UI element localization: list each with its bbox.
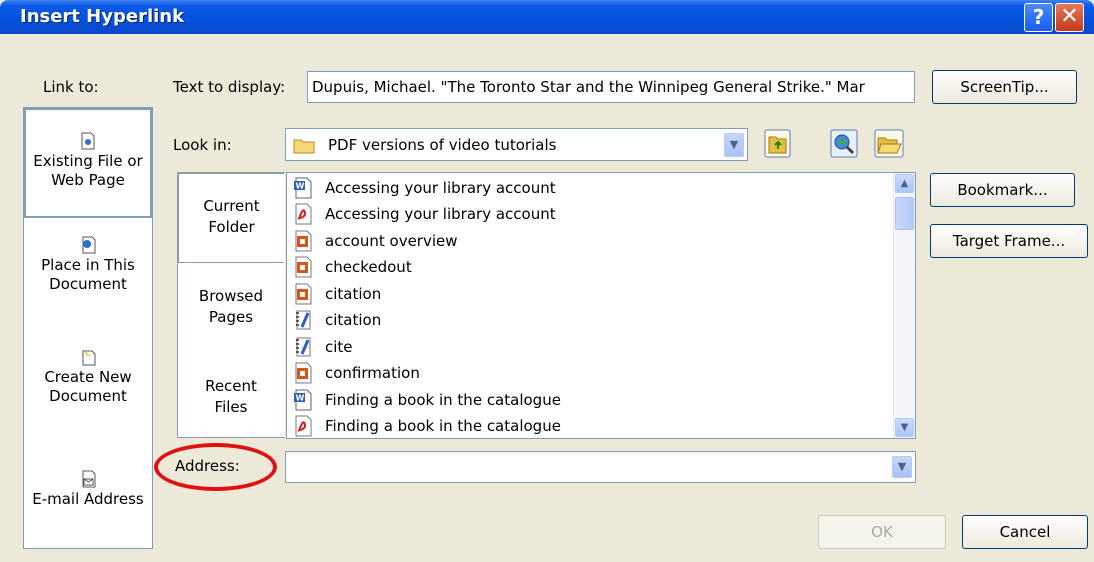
look-in-value: PDF versions of video tutorials <box>328 136 557 154</box>
pdf-document-icon <box>295 415 312 437</box>
bookmark-button[interactable]: Bookmark... <box>930 173 1075 207</box>
file-list-item[interactable]: confirmation <box>293 360 420 387</box>
file-name: cite <box>325 337 353 356</box>
help-button[interactable]: ? <box>1024 3 1053 32</box>
link-email-label: E-mail Address <box>32 490 144 508</box>
address-dropdown-icon[interactable]: ▼ <box>892 456 912 478</box>
file-name: Finding a book in the catalogue <box>325 390 561 409</box>
tab-current-folder-label-2: Folder <box>208 218 255 236</box>
file-name: Accessing your library account <box>325 205 556 223</box>
place-in-document-icon <box>82 236 96 254</box>
close-button[interactable]: ✕ <box>1055 3 1084 32</box>
file-name: account overview <box>325 231 458 250</box>
tab-recent-files-label-1: Recent <box>205 377 257 395</box>
file-name: confirmation <box>325 364 420 382</box>
tab-current-folder[interactable]: Current Folder <box>178 173 284 263</box>
file-list-item[interactable]: citation <box>293 307 381 334</box>
powerpoint-document-icon <box>295 256 312 278</box>
link-to-label: Link to: <box>43 78 99 96</box>
file-list-item[interactable]: account overview <box>293 227 458 254</box>
pdf-document-icon <box>295 203 312 225</box>
file-list-item[interactable]: W Accessing your library account <box>293 174 556 201</box>
file-name: Finding a book in the catalogue <box>325 417 561 435</box>
target-frame-button[interactable]: Target Frame... <box>930 224 1088 258</box>
powerpoint-document-icon <box>295 230 312 251</box>
scroll-thumb[interactable] <box>895 197 914 230</box>
link-create-new-label-1: Create New <box>44 368 132 386</box>
file-list-item[interactable]: citation <box>293 280 381 307</box>
up-one-folder-button[interactable] <box>764 129 791 158</box>
link-place-label-2: Document <box>49 275 127 293</box>
title-bar[interactable]: Insert Hyperlink ? ✕ <box>0 0 1094 34</box>
look-in-combo[interactable]: PDF versions of video tutorials ▼ <box>285 128 748 161</box>
dialog-title: Insert Hyperlink <box>20 6 185 27</box>
browse-file-button[interactable] <box>874 129 904 158</box>
tab-recent-files[interactable]: Recent Files <box>178 376 284 436</box>
look-in-dropdown-icon[interactable]: ▼ <box>724 133 744 157</box>
text-to-display-field[interactable]: Dupuis, Michael. "The Toronto Star and t… <box>307 71 915 103</box>
link-to-panel: Existing File or Web Page Place in This … <box>23 107 153 549</box>
tab-recent-files-label-2: Files <box>214 398 248 416</box>
screentip-button[interactable]: ScreenTip... <box>932 70 1077 104</box>
powerpoint-document-icon <box>295 283 312 304</box>
existing-file-icon <box>81 132 95 150</box>
link-existing-file-label-2: Web Page <box>51 171 125 189</box>
link-email-address[interactable]: E-mail Address <box>24 470 152 530</box>
file-list-scrollbar[interactable]: ▲ ▼ <box>893 173 915 438</box>
folder-icon <box>293 139 315 154</box>
word-document-icon: W <box>294 177 312 198</box>
svg-text:W: W <box>296 393 305 402</box>
svg-text:W: W <box>296 181 305 190</box>
file-name: checkedout <box>325 258 412 276</box>
up-folder-icon <box>764 129 791 158</box>
tab-browsed-pages-label-2: Pages <box>208 308 254 326</box>
browse-web-button[interactable] <box>830 129 858 158</box>
address-highlight-circle <box>154 443 277 491</box>
word-document-icon: W <box>294 389 312 410</box>
notebook-document-icon <box>296 337 311 356</box>
scroll-up-icon[interactable]: ▲ <box>895 174 914 193</box>
file-list[interactable]: W Accessing your library account Accessing… <box>286 172 916 439</box>
link-place-label-1: Place in This <box>41 256 135 274</box>
notebook-document-icon <box>296 310 311 330</box>
open-folder-icon <box>874 129 904 158</box>
file-list-item[interactable]: checkedout <box>293 254 412 281</box>
file-list-item[interactable]: Finding a book in the catalogue <box>293 413 561 439</box>
tab-current-folder-label-1: Current <box>203 197 260 215</box>
file-list-item[interactable]: cite <box>293 333 353 360</box>
powerpoint-document-icon <box>295 362 312 384</box>
look-in-label: Look in: <box>173 136 232 154</box>
link-place-in-document[interactable]: Place in This Document <box>24 236 152 316</box>
file-list-item[interactable]: Accessing your library account <box>293 201 556 228</box>
link-existing-file[interactable]: Existing File or Web Page <box>24 108 152 218</box>
globe-search-icon <box>830 129 858 158</box>
file-name: Accessing your library account <box>325 178 556 197</box>
file-name: citation <box>325 284 382 303</box>
tab-browsed-pages[interactable]: Browsed Pages <box>178 286 284 346</box>
link-existing-file-label-1: Existing File or <box>33 152 143 170</box>
scroll-down-icon[interactable]: ▼ <box>895 418 914 437</box>
address-combo[interactable]: ▼ <box>285 451 916 483</box>
link-create-new-label-2: Document <box>49 387 127 405</box>
link-create-new-document[interactable]: Create New Document <box>24 348 152 428</box>
insert-hyperlink-dialog: Insert Hyperlink ? ✕ Link to: Existing F… <box>0 0 1094 562</box>
ok-button[interactable]: OK <box>818 515 946 549</box>
text-to-display-label: Text to display: <box>173 78 286 96</box>
create-new-document-icon <box>82 349 96 366</box>
file-list-item[interactable]: W Finding a book in the catalogue <box>293 386 561 413</box>
text-to-display-value: Dupuis, Michael. "The Toronto Star and t… <box>312 78 865 96</box>
file-name: citation <box>325 311 382 329</box>
email-address-icon <box>82 470 96 488</box>
tab-browsed-pages-label-1: Browsed <box>198 287 264 305</box>
view-tabs: Current Folder Browsed Pages Recent File… <box>177 172 285 438</box>
cancel-button[interactable]: Cancel <box>962 515 1088 549</box>
